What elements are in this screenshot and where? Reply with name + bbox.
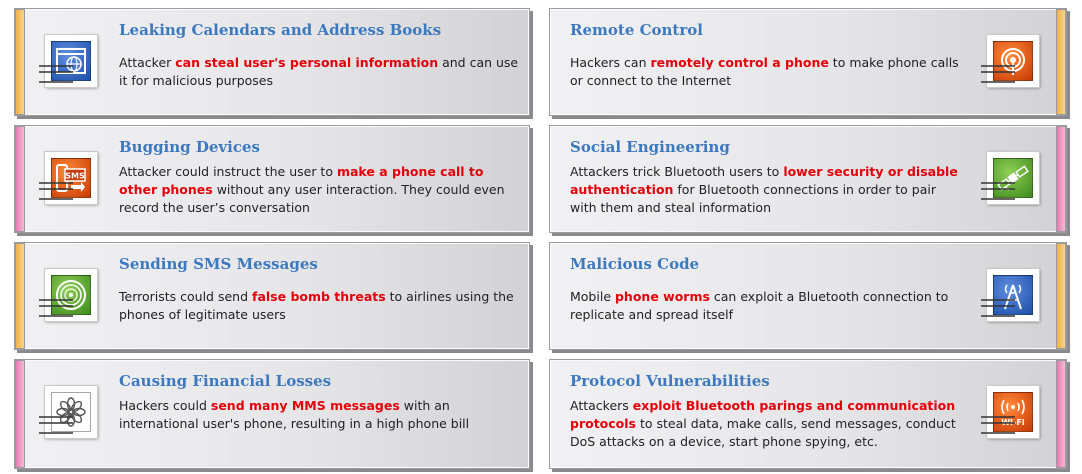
right-accent-bar — [1056, 243, 1066, 349]
postmark-lines — [981, 182, 1015, 200]
card-leaking-calendars: Leaking Calendars and Address Books Atta… — [14, 8, 530, 116]
left-accent-bar — [15, 360, 25, 468]
highlight-text: phone worms — [614, 289, 710, 304]
postmark-lines — [39, 416, 73, 434]
right-accent-bar — [1056, 126, 1066, 232]
card-description: Hackers could send many MMS messages wit… — [119, 398, 470, 431]
stamp-broadcast-tower — [981, 34, 1043, 91]
stamp-browser-globe — [39, 34, 101, 91]
highlight-text: send many MMS messages — [210, 398, 400, 413]
card-title: Remote Control — [570, 21, 703, 39]
card-description: Attacker could instruct the user to make… — [119, 164, 505, 215]
right-accent-bar — [1056, 360, 1066, 468]
highlight-text: remotely control a phone — [650, 55, 829, 70]
card-description: Hackers can remotely control a phone to … — [570, 55, 959, 88]
card-malicious-code: Malicious Code Mobile phone worms can ex… — [549, 242, 1067, 350]
stamp-antenna — [981, 268, 1043, 325]
stamp-flower — [39, 385, 101, 442]
right-accent-bar — [1056, 9, 1066, 115]
card-protocol-vulnerabilities: Protocol Vulnerabilities Attackers explo… — [549, 359, 1067, 469]
card-title: Social Engineering — [570, 138, 730, 156]
postmark-lines — [981, 299, 1015, 317]
left-accent-bar — [15, 126, 25, 232]
card-description: Terrorists could send false bomb threats… — [119, 289, 514, 322]
highlight-text: can steal user's personal information — [175, 55, 439, 70]
postmark-lines — [39, 182, 73, 200]
card-title: Malicious Code — [570, 255, 700, 273]
stamp-sms-phone: SMS — [39, 151, 101, 208]
card-description: Attackers trick Bluetooth users to lower… — [570, 164, 958, 215]
card-title: Sending SMS Messages — [119, 255, 318, 273]
card-financial-losses: Causing Financial Losses Hackers could s… — [14, 359, 530, 469]
card-title: Protocol Vulnerabilities — [570, 372, 770, 390]
stamp-rss — [39, 268, 101, 325]
card-description: Attacker can steal user's personal infor… — [119, 55, 519, 88]
left-accent-bar — [15, 243, 25, 349]
svg-text:SMS: SMS — [65, 172, 85, 181]
highlight-text: false bomb threats — [252, 289, 386, 304]
card-bugging-devices: SMS Bugging Devices Attacker could instr… — [14, 125, 530, 233]
postmark-lines — [39, 65, 73, 83]
card-title: Bugging Devices — [119, 138, 260, 156]
postmark-lines — [981, 65, 1015, 83]
card-description: Mobile phone worms can exploit a Bluetoo… — [570, 289, 949, 322]
postmark-lines — [981, 416, 1015, 434]
card-title: Causing Financial Losses — [119, 372, 332, 390]
card-social-engineering: Social Engineering Attackers trick Bluet… — [549, 125, 1067, 233]
postmark-lines — [39, 299, 73, 317]
stamp-satellite — [981, 151, 1043, 208]
card-description: Attackers exploit Bluetooth parings and … — [570, 398, 956, 449]
stamp-wifi: WI-FI — [981, 385, 1043, 442]
card-sending-sms: Sending SMS Messages Terrorists could se… — [14, 242, 530, 350]
bluetooth-threats-grid: Leaking Calendars and Address Books Atta… — [0, 0, 1082, 474]
card-remote-control: Remote Control Hackers can remotely cont… — [549, 8, 1067, 116]
left-accent-bar — [15, 9, 25, 115]
card-title: Leaking Calendars and Address Books — [119, 21, 442, 39]
